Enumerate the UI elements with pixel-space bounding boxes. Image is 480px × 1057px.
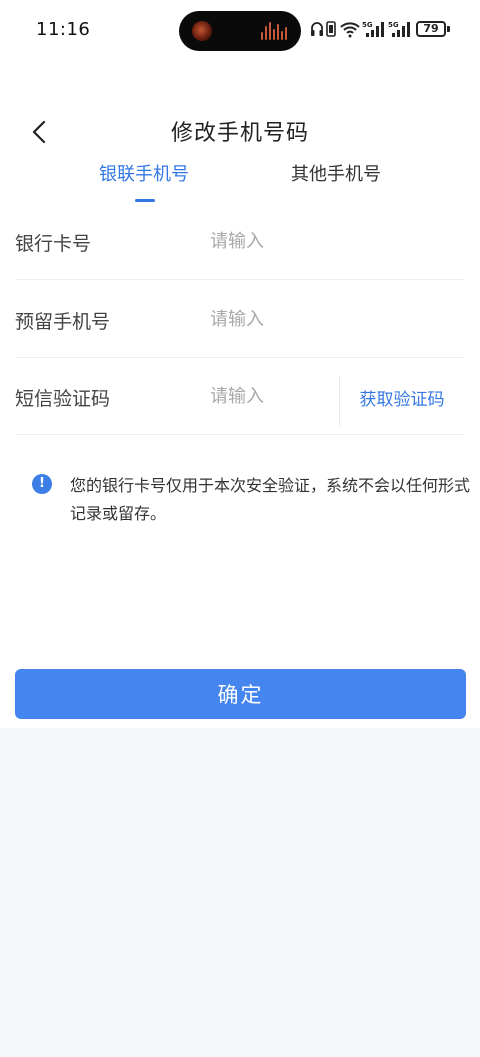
battery-icon: 79: [416, 21, 446, 37]
signal-5g-icon: 5G: [388, 21, 410, 37]
get-code-button[interactable]: 获取验证码: [348, 385, 456, 410]
info-icon: !: [32, 474, 52, 494]
reserved-phone-input[interactable]: [210, 300, 330, 338]
status-icons: 5G 5G 79: [310, 17, 470, 41]
row-divider: [15, 434, 465, 435]
signal-5g-icon: 5G: [362, 21, 384, 37]
page-title: 修改手机号码: [170, 121, 309, 146]
confirm-button[interactable]: 确定: [15, 669, 466, 719]
sms-code-row: 短信验证码 获取验证码: [0, 357, 480, 435]
bank-card-row: 银行卡号: [0, 202, 480, 280]
sms-code-input[interactable]: [210, 377, 330, 415]
headphones-icon: [311, 22, 323, 36]
tab-other-phone[interactable]: 其他手机号: [276, 160, 396, 206]
wifi-icon: [340, 22, 360, 38]
sms-code-label: 短信验证码: [15, 388, 111, 410]
vertical-divider: [339, 377, 340, 427]
vibrate-icon: [326, 21, 336, 37]
battery-nub: [447, 26, 450, 32]
svg-text:5G: 5G: [362, 21, 373, 29]
reserved-phone-row: 预留手机号: [0, 280, 480, 358]
bank-card-input[interactable]: [210, 222, 330, 260]
audio-wave-icon: [261, 22, 287, 40]
status-bar: 11:16 5G 5G 79: [0, 0, 480, 62]
svg-text:5G: 5G: [388, 21, 399, 29]
reserved-phone-label: 预留手机号: [15, 311, 111, 333]
live-activity-icon: [192, 21, 212, 41]
security-notice: 您的银行卡号仅用于本次安全验证，系统不会以任何形式记录或留存。: [70, 476, 471, 523]
dynamic-island: [179, 11, 301, 51]
bank-card-label: 银行卡号: [15, 233, 92, 255]
status-time: 11:16: [36, 19, 91, 40]
